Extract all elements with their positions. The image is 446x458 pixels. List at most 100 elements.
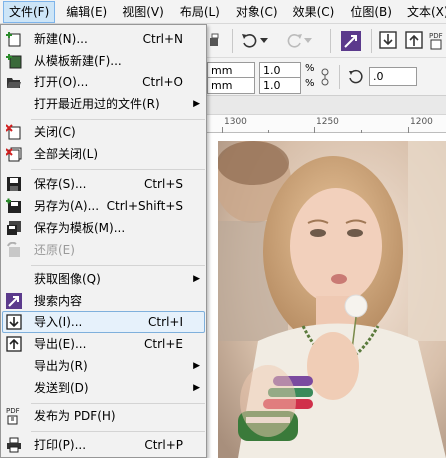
imported-photo[interactable] <box>218 141 446 458</box>
search-content-icon <box>6 293 22 309</box>
search-content-toolbar-icon[interactable] <box>339 29 363 53</box>
coreldraw-window: 文件(F) 编辑(E) 视图(V) 布局(L) 对象(C) 效果(C) 位图(B… <box>0 0 446 458</box>
save-as-template-icon <box>6 220 22 236</box>
redo-icon[interactable] <box>283 30 305 52</box>
menu-separator <box>31 403 205 404</box>
menu-separator <box>31 265 205 266</box>
toolbar-separator <box>232 29 233 53</box>
ruler-label: 1300 <box>224 117 247 127</box>
import-toolbar-icon[interactable] <box>377 29 399 51</box>
menu-item-open[interactable]: 打开(O)... Ctrl+O <box>2 71 205 93</box>
horizontal-ruler: 1300 1250 1200 <box>205 114 446 133</box>
import-icon <box>6 314 22 330</box>
menu-item-save[interactable]: 保存(S)... Ctrl+S <box>2 173 205 195</box>
submenu-arrow-icon: ▶ <box>193 383 200 393</box>
menu-separator <box>31 119 205 120</box>
lock-ratio-icon[interactable] <box>317 66 333 88</box>
menu-item-label: 发送到(D) <box>34 381 89 395</box>
print-icon <box>6 437 22 453</box>
save-as-icon <box>6 198 22 214</box>
revert-icon <box>6 241 22 258</box>
menu-item-shortcut: Ctrl+Shift+S <box>106 199 183 213</box>
new-from-template-icon <box>6 53 22 69</box>
print-toolbar-icon[interactable] <box>205 30 227 52</box>
rotation-field[interactable]: .0 <box>369 67 417 86</box>
close-document-icon <box>5 124 22 140</box>
rotation-icon <box>345 66 367 88</box>
scale-y-unit: % <box>305 78 315 89</box>
menu-item-export-as[interactable]: 导出为(R) ▶ <box>2 355 205 377</box>
submenu-arrow-icon: ▶ <box>193 361 200 371</box>
menu-item-save-as-template[interactable]: 保存为模板(M)... <box>2 217 205 239</box>
menu-file[interactable]: 文件(F) <box>3 0 56 23</box>
undo-icon[interactable] <box>239 30 261 52</box>
toolbar-separator <box>330 29 331 53</box>
menu-item-label: 导入(I)... <box>34 315 83 329</box>
menu-item-close-all[interactable]: 全部关闭(L) <box>2 143 205 165</box>
menu-separator <box>31 169 205 170</box>
menu-item-search-content[interactable]: 搜索内容 <box>2 290 205 312</box>
menu-item-new-from-template[interactable]: 从模板新建(F)... <box>2 50 205 72</box>
menu-item-export[interactable]: 导出(E)... Ctrl+E <box>2 333 205 355</box>
publish-pdf-toolbar-icon[interactable]: PDF <box>427 29 446 51</box>
scale-x-unit: % <box>305 63 315 74</box>
pdf-icon: PDF <box>6 406 22 426</box>
menu-item-label: 发布为 PDF(H) <box>34 409 116 423</box>
menu-bar: 文件(F) 编辑(E) 视图(V) 布局(L) 对象(C) 效果(C) 位图(B… <box>0 0 446 24</box>
redo-dropdown-icon[interactable] <box>303 30 313 52</box>
menu-effects[interactable]: 效果(C) <box>288 1 340 23</box>
submenu-arrow-icon: ▶ <box>193 99 200 109</box>
menu-item-save-as[interactable]: 另存为(A)... Ctrl+Shift+S <box>2 195 205 217</box>
pdf-icon-text: PDF <box>6 407 20 415</box>
undo-dropdown-icon[interactable] <box>259 30 269 52</box>
menu-item-close[interactable]: 关闭(C) <box>2 121 205 143</box>
menu-item-label: 关闭(C) <box>34 125 76 139</box>
menu-item-new[interactable]: 新建(N)... Ctrl+N <box>2 28 205 50</box>
svg-text:PDF: PDF <box>429 32 443 40</box>
menu-separator <box>31 431 205 432</box>
menu-item-publish-pdf[interactable]: PDF 发布为 PDF(H) <box>2 405 205 427</box>
menu-edit[interactable]: 编辑(E) <box>61 1 112 23</box>
menu-view[interactable]: 视图(V) <box>117 1 169 23</box>
property-bar: mm mm 1.0 1.0 % % .0 <box>205 58 446 96</box>
menu-item-label: 导出为(R) <box>34 359 88 373</box>
menu-item-print[interactable]: 打印(P)... Ctrl+P <box>2 434 205 456</box>
menu-layout[interactable]: 布局(L) <box>175 1 225 23</box>
menu-item-label: 全部关闭(L) <box>34 147 99 161</box>
menu-item-send-to[interactable]: 发送到(D) ▶ <box>2 377 205 399</box>
menu-item-label: 另存为(A)... <box>34 199 100 213</box>
menu-item-shortcut: Ctrl+E <box>144 337 183 351</box>
menu-item-label: 保存为模板(M)... <box>34 221 126 235</box>
toolbar-separator <box>339 65 340 89</box>
menu-item-open-recent[interactable]: 打开最近用过的文件(R) ▶ <box>2 93 205 115</box>
menu-object[interactable]: 对象(C) <box>231 1 283 23</box>
submenu-arrow-icon: ▶ <box>193 274 200 284</box>
menu-item-label: 搜索内容 <box>34 294 83 308</box>
menu-item-label: 导出(E)... <box>34 337 87 351</box>
menu-item-shortcut: Ctrl+N <box>142 32 183 46</box>
menu-item-shortcut: Ctrl+I <box>148 315 183 329</box>
menu-item-label: 保存(S)... <box>34 177 87 191</box>
menu-item-shortcut: Ctrl+O <box>142 75 183 89</box>
standard-toolbar: PDF <box>205 24 446 58</box>
open-folder-icon <box>6 74 22 90</box>
menu-item-shortcut: Ctrl+P <box>144 438 183 452</box>
menu-text[interactable]: 文本(X) <box>402 1 446 23</box>
menu-item-import[interactable]: 导入(I)... Ctrl+I <box>2 311 205 333</box>
export-toolbar-icon[interactable] <box>403 29 425 51</box>
menu-item-label: 新建(N)... <box>34 32 88 46</box>
file-menu-dropdown: 新建(N)... Ctrl+N 从模板新建(F)... 打开(O)... Ctr… <box>0 24 207 458</box>
menu-bitmap[interactable]: 位图(B) <box>345 1 397 23</box>
scale-y-field[interactable]: 1.0 <box>259 77 301 94</box>
drawing-canvas[interactable] <box>205 133 446 458</box>
menu-item-label: 还原(E) <box>34 243 75 257</box>
ruler-label: 1250 <box>316 117 339 127</box>
export-icon <box>6 336 22 352</box>
menu-item-acquire-image[interactable]: 获取图像(Q) ▶ <box>2 268 205 290</box>
menu-item-label: 从模板新建(F)... <box>34 54 122 68</box>
menu-item-revert[interactable]: 还原(E) <box>2 239 205 261</box>
height-field[interactable]: mm <box>207 77 255 94</box>
workspace-background <box>205 96 446 114</box>
menu-item-label: 获取图像(Q) <box>34 272 101 286</box>
menu-item-shortcut: Ctrl+S <box>143 177 183 191</box>
